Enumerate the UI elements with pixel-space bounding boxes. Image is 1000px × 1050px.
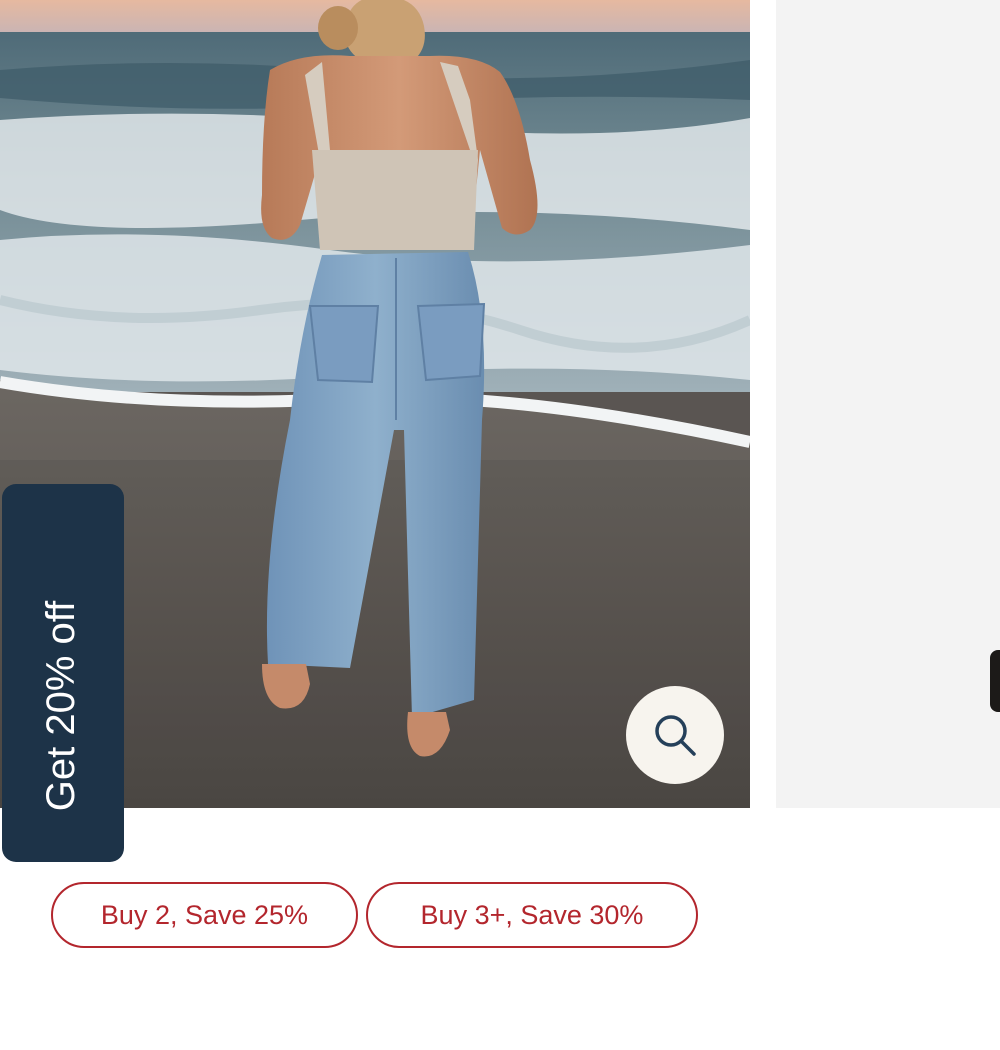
promo-label: Get 20% off xyxy=(39,600,83,812)
offer-buy-3-button[interactable]: Buy 3+, Save 30% xyxy=(366,882,698,948)
product-image-next[interactable] xyxy=(776,0,1000,808)
search-icon xyxy=(655,715,696,756)
next-image-peek xyxy=(990,650,1000,712)
promo-close-button[interactable] xyxy=(46,1016,80,1050)
zoom-button[interactable] xyxy=(626,686,724,784)
cut-off-text-row xyxy=(60,994,480,1000)
offer-buy-2-button[interactable]: Buy 2, Save 25% xyxy=(51,882,358,948)
close-icon xyxy=(51,1021,75,1045)
